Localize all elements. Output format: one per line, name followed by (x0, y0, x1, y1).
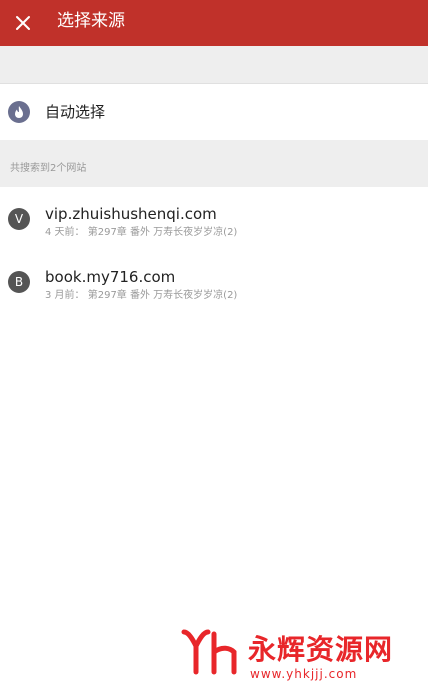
source-latest-chapter: 3 月前： 第297章 番外 万寿长夜岁岁凉(2) (45, 290, 238, 301)
watermark: 永辉资源网 www.yhkjjj.com (180, 624, 420, 686)
watermark-logo-icon (181, 629, 237, 675)
close-button[interactable] (6, 6, 40, 40)
page-title: 选择来源 (57, 11, 125, 31)
section-header: 共搜索到2个网站 (0, 140, 428, 187)
watermark-text: 永辉资源网 (248, 633, 394, 666)
source-name: book.my716.com (45, 268, 176, 286)
source-item-my716[interactable]: B book.my716.com 3 月前： 第297章 番外 万寿长夜岁岁凉(… (0, 250, 428, 310)
auto-select-item[interactable]: 自动选择 (0, 84, 428, 140)
source-avatar: V (8, 208, 30, 230)
watermark-url: www.yhkjjj.com (250, 667, 358, 681)
source-avatar: B (8, 271, 30, 293)
source-item-zhuishushenqi[interactable]: V vip.zhuishushenqi.com 4 天前： 第297章 番外 万… (0, 187, 428, 247)
close-icon (16, 16, 30, 30)
top-spacer (0, 46, 428, 84)
flame-icon (8, 101, 30, 123)
source-latest-chapter: 4 天前： 第297章 番外 万寿长夜岁岁凉(2) (45, 227, 238, 238)
auto-select-label: 自动选择 (45, 103, 106, 121)
app-bar: 选择来源 (0, 0, 428, 46)
source-name: vip.zhuishushenqi.com (45, 205, 217, 223)
